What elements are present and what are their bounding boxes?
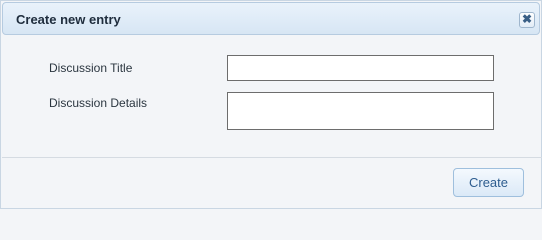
dialog-titlebar: Create new entry ✖ — [2, 2, 540, 35]
footer-divider — [2, 157, 542, 158]
create-entry-dialog: Create new entry ✖ Discussion Title Disc… — [0, 0, 542, 209]
dialog-title: Create new entry — [16, 12, 121, 27]
discussion-details-label: Discussion Details — [49, 96, 148, 110]
close-icon[interactable]: ✖ — [519, 12, 535, 28]
discussion-details-textarea[interactable] — [227, 92, 494, 130]
create-button[interactable]: Create — [453, 168, 524, 197]
discussion-title-label: Discussion Title — [49, 61, 133, 75]
discussion-title-input[interactable] — [227, 55, 494, 81]
